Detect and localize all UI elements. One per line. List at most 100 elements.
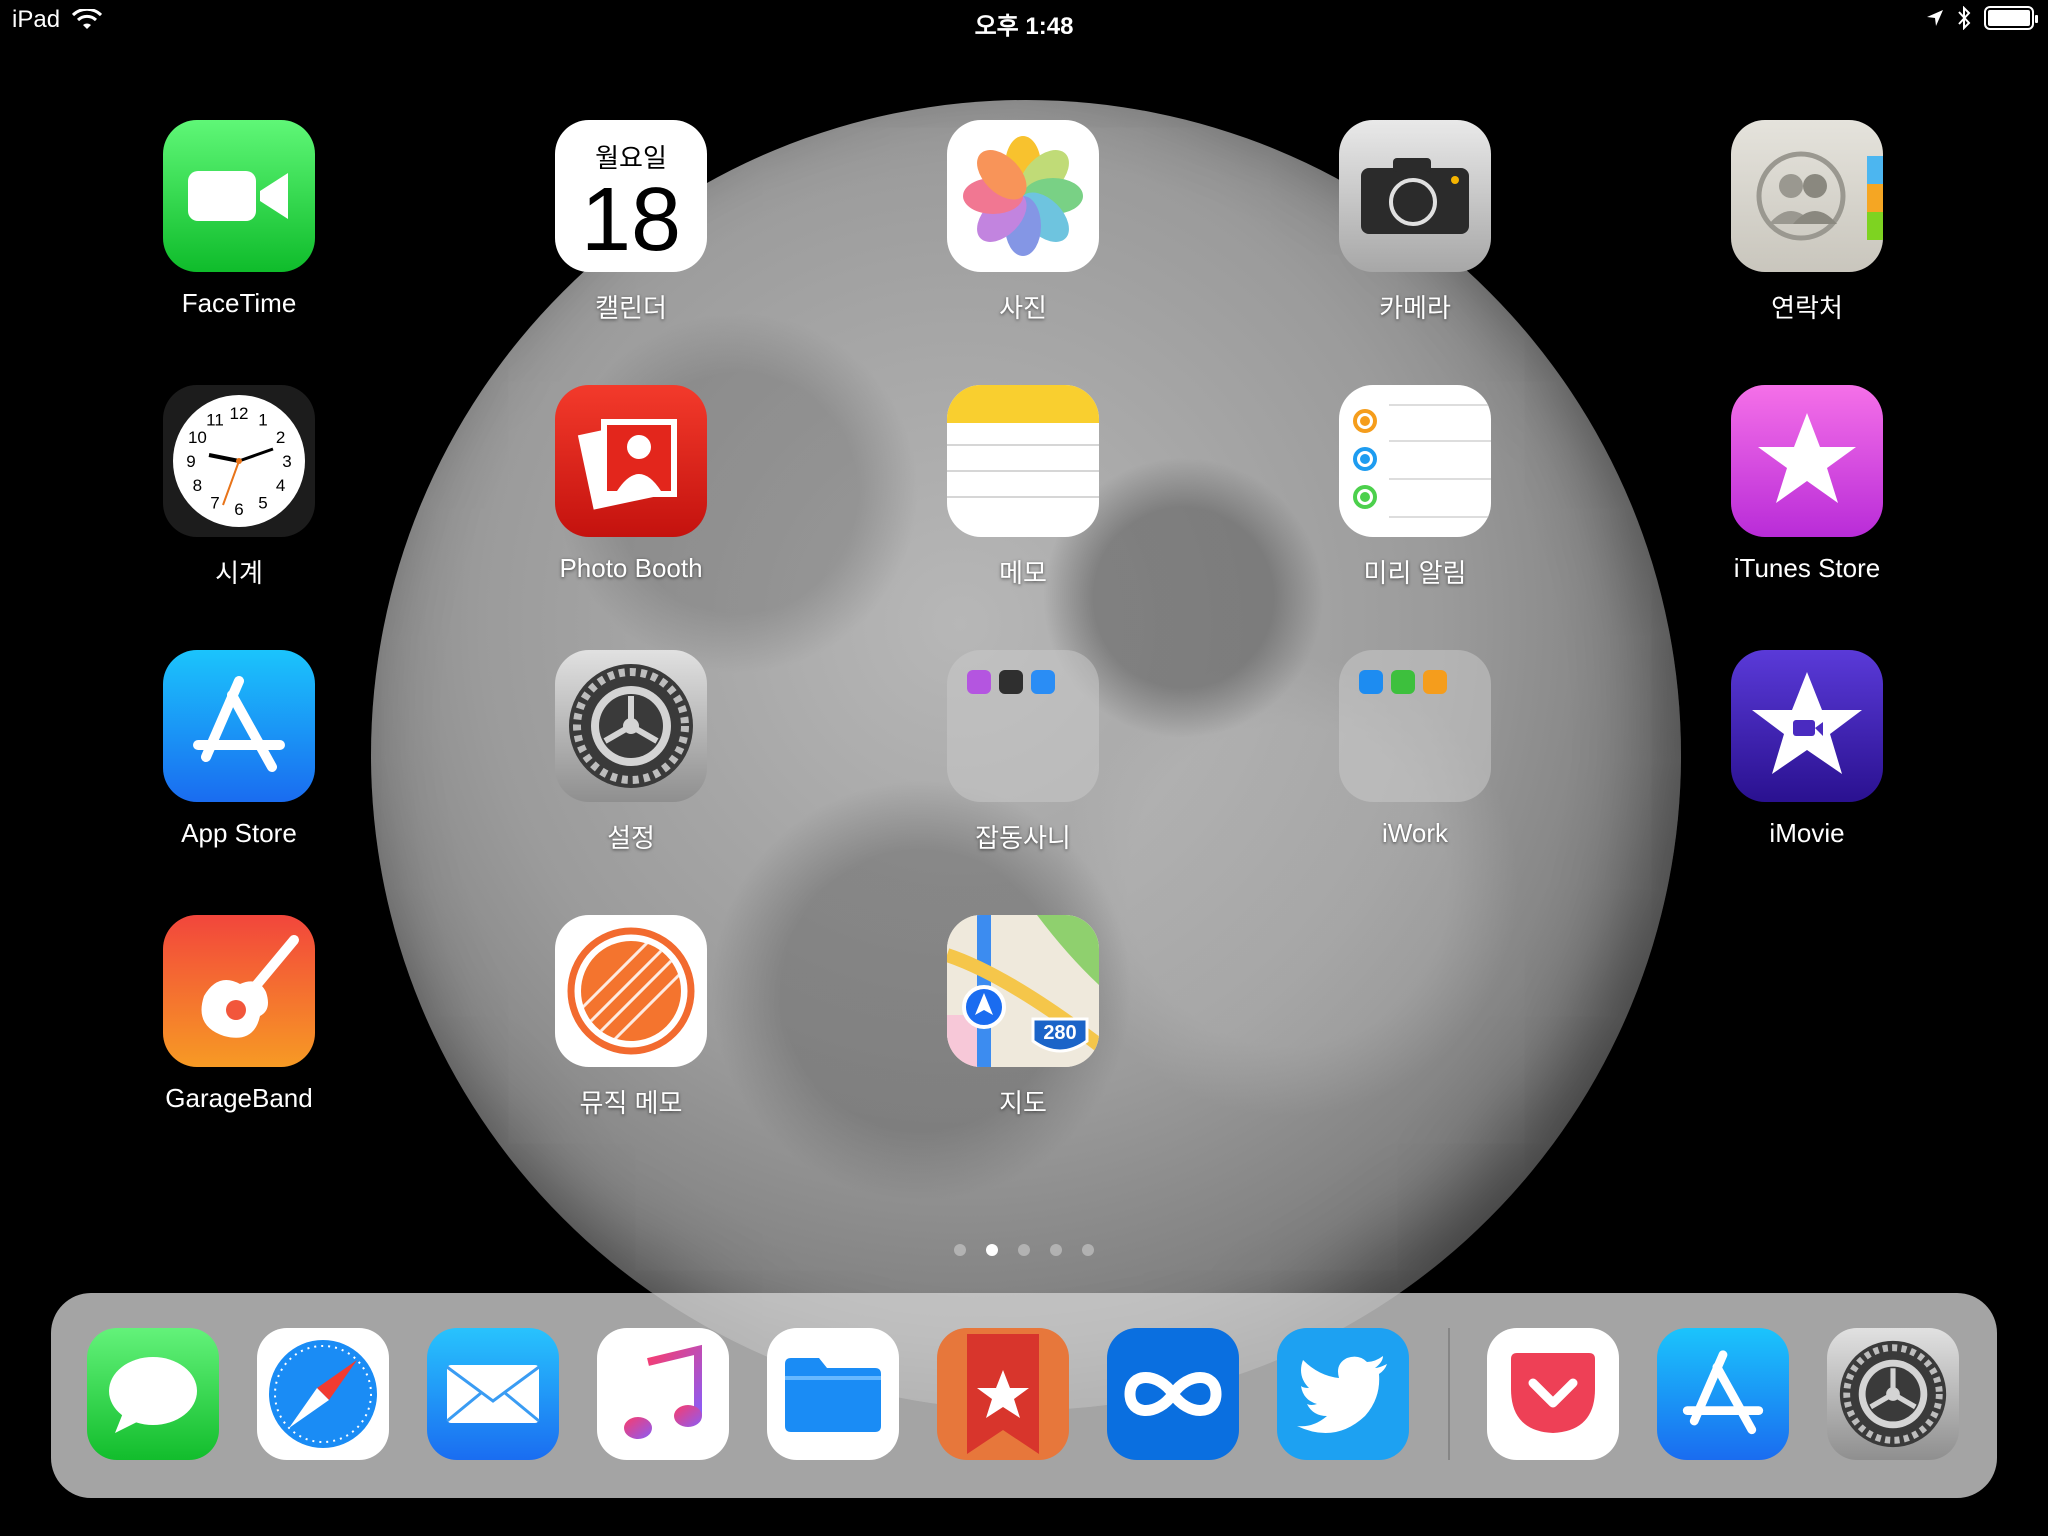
battery-icon — [1984, 6, 2038, 30]
app-itunes-store[interactable]: iTunes Store — [1687, 385, 1927, 605]
clock-number: 7 — [210, 494, 219, 513]
camera-icon — [1339, 120, 1491, 272]
app-label: 연락처 — [1771, 293, 1843, 323]
app-label: 시계 — [215, 558, 263, 588]
calendar-day: 18 — [580, 169, 682, 270]
podcasts-mini-icon — [967, 670, 991, 694]
dock-app-twitter[interactable] — [1277, 1328, 1409, 1460]
reminders-icon — [1339, 385, 1491, 537]
app-label: 미리 알림 — [1363, 558, 1467, 588]
app-label: FaceTime — [181, 288, 297, 318]
bluetooth-icon — [1958, 6, 1971, 30]
photo-booth-icon — [555, 385, 707, 537]
clock-number: 12 — [230, 404, 249, 423]
app-label: GarageBand — [165, 1083, 313, 1113]
clock-number: 2 — [276, 428, 285, 447]
pocket-icon — [1511, 1353, 1595, 1433]
app-label: 캘린더 — [595, 293, 667, 323]
dock — [51, 1293, 1997, 1498]
folder-icon — [1339, 650, 1491, 802]
app-label: 설정 — [607, 823, 655, 853]
location-arrow-icon — [1927, 10, 1943, 26]
app-label: 카메라 — [1379, 293, 1451, 323]
keynote-mini-icon — [1359, 670, 1383, 694]
music-note-icon — [624, 1344, 702, 1439]
app-label: 메모 — [999, 558, 1047, 588]
page-dot[interactable] — [1018, 1244, 1030, 1256]
speech-bubble-icon — [109, 1357, 197, 1433]
app-label: App Store — [181, 818, 297, 848]
dock-divider — [1448, 1328, 1450, 1460]
app-label: 뮤직 메모 — [579, 1088, 683, 1118]
bookmark-star-icon — [967, 1334, 1039, 1454]
app-music-memos[interactable]: 뮤직 메모 — [511, 915, 751, 1135]
guitar-icon — [163, 915, 315, 1067]
folder-icon — [785, 1358, 881, 1432]
clock-number: 5 — [258, 494, 267, 513]
page-dot[interactable] — [1050, 1244, 1062, 1256]
app-notes[interactable]: 메모 — [903, 385, 1143, 605]
app-label: 잡동사니 — [975, 823, 1071, 853]
dock-app-files[interactable] — [767, 1328, 899, 1460]
clock-number: 11 — [206, 410, 224, 429]
music-memos-icon — [555, 915, 707, 1067]
app-facetime[interactable]: FaceTime — [119, 120, 359, 340]
dock-app-messages[interactable] — [87, 1328, 219, 1460]
app-label: iMovie — [1769, 818, 1845, 848]
page-indicator[interactable] — [0, 1244, 2048, 1256]
clock-number: 6 — [234, 500, 243, 519]
dock-app-safari[interactable] — [257, 1328, 389, 1460]
clock-number: 4 — [276, 476, 285, 495]
clips-mini-icon — [1031, 670, 1055, 694]
app-label: 지도 — [999, 1088, 1047, 1118]
folder-icon — [947, 650, 1099, 802]
app-photo-booth[interactable]: Photo Booth — [511, 385, 751, 605]
clock-icon: 12 1 2 3 4 5 6 7 8 9 10 11 — [163, 385, 315, 537]
imovie-star-icon — [1731, 650, 1883, 802]
dock-app-pocket[interactable] — [1487, 1328, 1619, 1460]
clock-number: 8 — [193, 476, 202, 495]
compass-icon — [269, 1340, 377, 1448]
app-store-icon — [1682, 1350, 1764, 1435]
interstate-shield-label: 280 — [1043, 1022, 1076, 1044]
dock-app-mail[interactable] — [427, 1328, 559, 1460]
dock-app-infinity[interactable] — [1107, 1328, 1239, 1460]
clock-number: 9 — [186, 452, 195, 471]
folder-misc[interactable]: 잡동사니 — [903, 650, 1143, 870]
contacts-icon — [1731, 120, 1883, 272]
page-dot[interactable] — [986, 1244, 998, 1256]
settings-gear-icon — [1839, 1340, 1947, 1448]
infinity-icon — [1124, 1372, 1222, 1416]
dock-app-app-store[interactable] — [1657, 1328, 1789, 1460]
app-label: iTunes Store — [1733, 553, 1881, 583]
status-bar: iPad 오후 1:48 — [0, 0, 2048, 40]
app-reminders[interactable]: 미리 알림 — [1295, 385, 1535, 605]
photos-flower-icon — [947, 120, 1099, 272]
app-clock[interactable]: 12 1 2 3 4 5 6 7 8 9 10 11 시계 — [119, 385, 359, 605]
app-camera[interactable]: 카메라 — [1295, 120, 1535, 340]
app-settings[interactable]: 설정 — [511, 650, 751, 870]
page-dot-search[interactable] — [954, 1244, 966, 1256]
app-app-store[interactable]: App Store — [119, 650, 359, 870]
bird-icon — [1297, 1356, 1387, 1434]
page-dot[interactable] — [1082, 1244, 1094, 1256]
clock-number: 10 — [188, 428, 207, 447]
dock-app-wunderlist[interactable] — [937, 1328, 1069, 1460]
dock-app-music[interactable] — [597, 1328, 729, 1460]
find-my-mini-icon — [999, 670, 1023, 694]
app-label: Photo Booth — [559, 553, 703, 583]
settings-gear-icon — [555, 650, 707, 802]
facetime-camera-icon — [163, 120, 315, 272]
notes-icon — [947, 385, 1099, 537]
app-contacts[interactable]: 연락처 — [1687, 120, 1927, 340]
app-garageband[interactable]: GarageBand — [119, 915, 359, 1135]
pages-mini-icon — [1423, 670, 1447, 694]
app-label: 사진 — [999, 293, 1047, 323]
dock-app-settings[interactable] — [1827, 1328, 1959, 1460]
app-imovie[interactable]: iMovie — [1687, 650, 1927, 870]
folder-iwork[interactable]: iWork — [1295, 650, 1535, 870]
app-photos[interactable]: 사진 — [903, 120, 1143, 340]
calendar-weekday: 월요일 — [595, 142, 667, 173]
app-calendar[interactable]: 월요일 18 캘린더 — [511, 120, 751, 340]
app-maps[interactable]: 280 지도 — [903, 915, 1143, 1135]
